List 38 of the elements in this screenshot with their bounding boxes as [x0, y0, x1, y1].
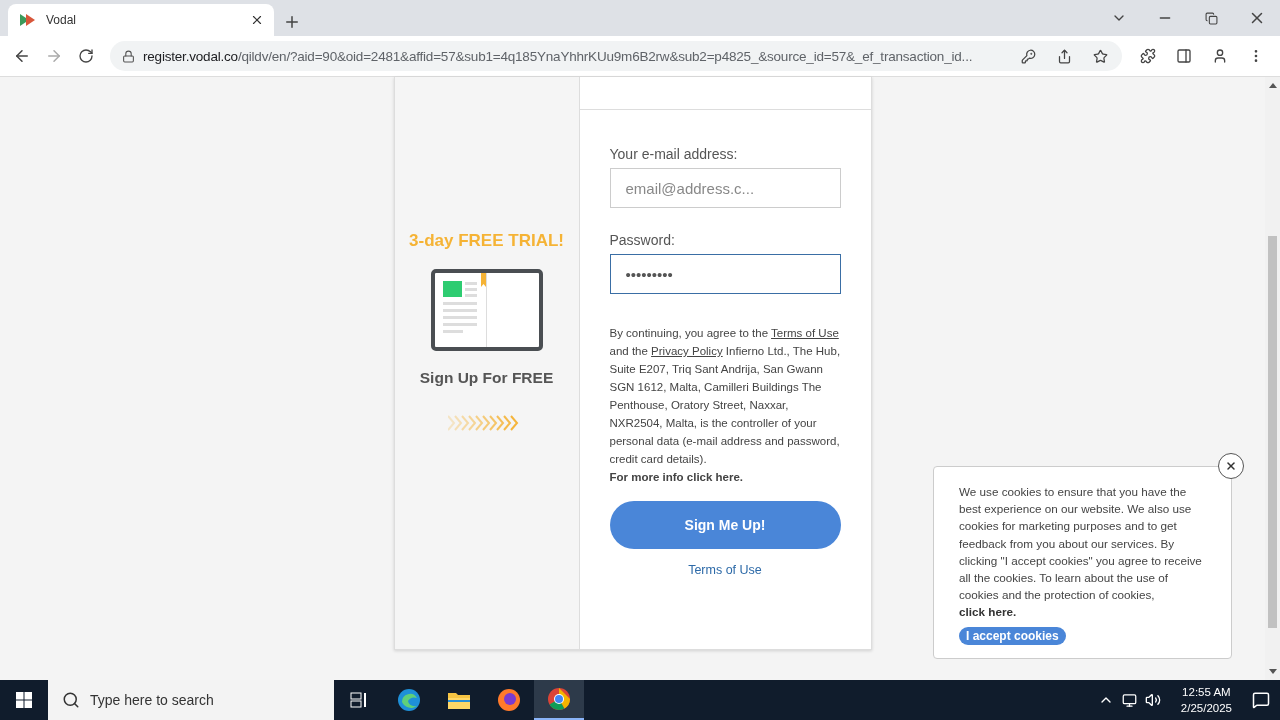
taskbar-clock[interactable]: 12:55 AM 2/25/2025 [1180, 684, 1232, 716]
book-icon [430, 269, 543, 351]
folder-icon [447, 690, 471, 710]
network-icon[interactable] [1121, 692, 1137, 708]
signup-text: Sign Up For FREE [419, 369, 554, 387]
trial-heading: 3-day FREE TRIAL! [409, 231, 564, 251]
task-view-icon [350, 692, 368, 708]
browser-tab[interactable]: Vodal [8, 4, 274, 36]
firefox-icon [497, 688, 521, 712]
scroll-down-icon[interactable] [1268, 669, 1277, 675]
scroll-up-icon[interactable] [1268, 82, 1277, 88]
accept-cookies-button[interactable]: I accept cookies [959, 626, 1066, 645]
url-text: register.vodal.co/qildv/en/?aid=90&oid=2481&affid=57&sub1=4q185YnaYhhrKUu9m6B2rw&sub2=p4825_&source_id=57&_ef_transaction_id... [143, 48, 974, 64]
legal-link[interactable]: Privacy Policy [651, 345, 723, 357]
sign-up-button[interactable]: Sign Me Up! [609, 501, 841, 549]
search-icon [62, 691, 80, 709]
play-logo-icon [20, 14, 36, 26]
more-info-link[interactable]: For more info click here. [609, 468, 744, 486]
volume-icon[interactable] [1144, 692, 1161, 708]
legal-text: By continuing, you agree to the Terms of Use and the Privacy Policy Infierno Ltd., The Hub, Suite E207, Triq Sant Andrija, San Gwann SGN 1612, Malta, Camilleri Buildings The Penthouse, Oratory Street, Naxxar, NXR2504, Malta, is the controller of your personal data (e-mail address and password, credit card details). [609, 326, 841, 467]
lock-icon [122, 49, 135, 63]
scrollbar-thumb[interactable] [1268, 236, 1277, 628]
legal-link[interactable]: Terms of Use [771, 327, 839, 339]
close-tab-icon[interactable] [250, 13, 264, 27]
notifications-icon[interactable] [1252, 691, 1270, 709]
cookie-link[interactable]: click here. [959, 605, 1017, 619]
email-field[interactable]: email@address.c... [609, 168, 841, 208]
close-icon [1225, 460, 1237, 472]
edge-icon [397, 688, 421, 712]
password-field[interactable]: ••••••••• [609, 254, 841, 294]
address-bar[interactable]: register.vodal.co/qildv/en/?aid=90&oid=2481&affid=57&sub1=4q185YnaYhhrKUu9m6B2rw&sub2=p4825_&source_id=57&_ef_transaction_id... [110, 41, 1122, 71]
field-label: Password: [609, 232, 676, 248]
chrome-icon [547, 687, 571, 711]
field-label: Your e-mail address: [609, 146, 739, 162]
terms-link[interactable]: Terms of Use [688, 563, 762, 577]
taskbar-search-field[interactable]: Type here to search [48, 680, 334, 720]
chrome-browser-button[interactable] [534, 680, 584, 720]
cookie-text: We use cookies to ensure that you have the best experience on our website. We also use cookies for marketing purposes and to get feedback from you about our services. By clicking "I accept cookies" you agree to receive all the cookies. To learn about the use of cookies and the protection of cookies, click here. [959, 484, 1203, 621]
